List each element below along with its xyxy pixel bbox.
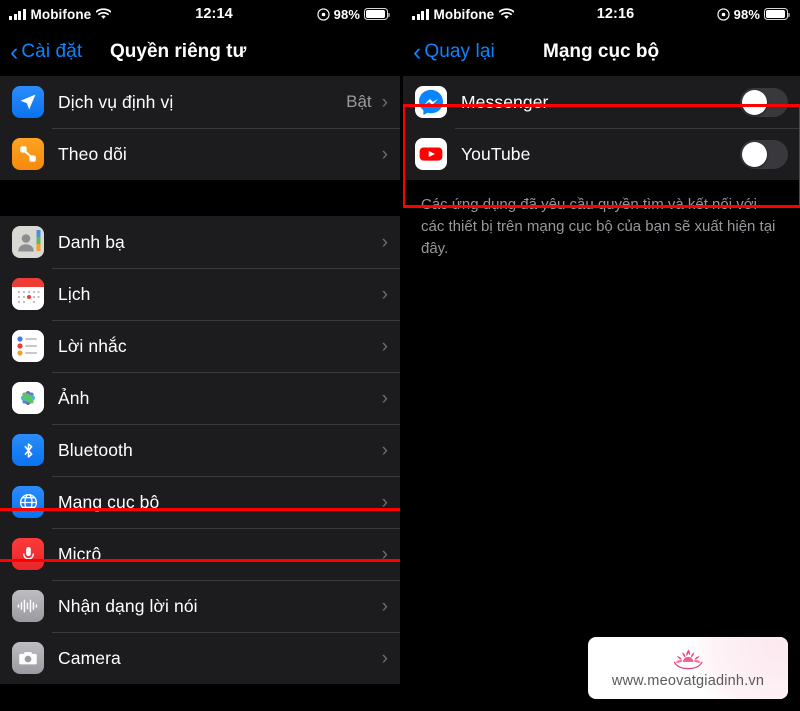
camera-icon (12, 642, 44, 674)
chevron-left-icon: ‹ (413, 37, 422, 66)
toggle-knob (742, 89, 767, 115)
page-title: Mạng cục bộ (543, 41, 660, 62)
location-arrow-icon (12, 86, 44, 118)
row-label: Lịch (58, 283, 91, 304)
page-title: Quyền riêng tư (110, 41, 247, 62)
settings-group-location: Dịch vụ định vị Bật › Theo dõi › (0, 76, 400, 180)
settings-group-apps: Danh bạ › Lịch › Lời nhắc › Ảnh › Blueto… (0, 216, 400, 684)
chevron-right-icon: › (381, 595, 388, 617)
back-button-previous[interactable]: ‹ Quay lại (413, 37, 495, 66)
sidebar-item-calendar[interactable]: Lịch › (0, 268, 400, 320)
battery-icon (364, 8, 391, 20)
messenger-toggle[interactable] (740, 87, 788, 117)
battery-icon (764, 8, 791, 20)
sidebar-item-contacts[interactable]: Danh bạ › (0, 216, 400, 268)
chevron-right-icon: › (381, 387, 388, 409)
navigation-bar-right: ‹ Quay lại Mạng cục bộ (403, 28, 800, 76)
wifi-icon (499, 8, 515, 19)
status-bar-left-group: Mobifone (412, 6, 515, 22)
row-label: Lời nhắc (58, 335, 127, 356)
globe-icon (12, 486, 44, 518)
lotus-flower-icon (673, 649, 703, 670)
chevron-right-icon: › (381, 543, 388, 565)
calendar-icon (12, 278, 44, 310)
reminders-icon (12, 330, 44, 362)
chevron-right-icon: › (381, 647, 388, 669)
sidebar-item-speech-recognition[interactable]: Nhận dạng lời nói › (0, 580, 400, 632)
chevron-left-icon: ‹ (10, 37, 19, 66)
navigation-bar-left: ‹ Cài đặt Quyền riêng tư (0, 28, 400, 76)
chevron-right-icon: › (381, 283, 388, 305)
speech-waveform-icon (12, 590, 44, 622)
watermark-url: www.meovatgiadinh.vn (611, 673, 765, 689)
sidebar-item-microphone[interactable]: Micrô › (0, 528, 400, 580)
chevron-right-icon: › (381, 335, 388, 357)
youtube-toggle[interactable] (740, 139, 788, 169)
list-item-youtube[interactable]: YouTube (403, 128, 800, 180)
microphone-icon (12, 538, 44, 570)
local-network-panel: Mobifone 12:16 98% ‹ Quay lại Mạng cục b… (400, 0, 800, 711)
sidebar-item-tracking[interactable]: Theo dõi › (0, 128, 400, 180)
row-label: Ảnh (58, 387, 90, 408)
rotation-lock-icon (717, 7, 730, 21)
status-bar-right-group: 98% (717, 6, 791, 22)
status-bar-left: Mobifone 12:14 98% (0, 0, 400, 28)
cellular-bars-icon (412, 8, 429, 20)
status-bar-right: Mobifone 12:16 98% (403, 0, 800, 28)
list-item-messenger[interactable]: Messenger (403, 76, 800, 128)
row-value: Bật (346, 92, 372, 111)
back-button-label: Cài đặt (21, 41, 83, 62)
sidebar-item-bluetooth[interactable]: Bluetooth › (0, 424, 400, 476)
row-label: Mạng cục bộ (58, 491, 160, 512)
battery-percent: 98% (333, 6, 360, 22)
sidebar-item-location-services[interactable]: Dịch vụ định vị Bật › (0, 76, 400, 128)
row-label: Danh bạ (58, 231, 125, 252)
local-network-description: Các ứng dụng đã yêu cầu quyền tìm và kết… (421, 196, 776, 257)
chevron-right-icon: › (381, 91, 388, 113)
chevron-right-icon: › (381, 143, 388, 165)
row-label: Micrô (58, 543, 102, 564)
back-button-label: Quay lại (424, 41, 495, 62)
contacts-icon (12, 226, 44, 258)
row-label: Theo dõi (58, 143, 127, 164)
chevron-right-icon: › (381, 231, 388, 253)
chevron-right-icon: › (381, 439, 388, 461)
toggle-knob (742, 141, 767, 167)
wifi-icon (96, 8, 112, 19)
bluetooth-icon (12, 434, 44, 466)
group-separator (0, 180, 400, 216)
carrier-name: Mobifone (433, 6, 495, 22)
sidebar-item-photos[interactable]: Ảnh › (0, 372, 400, 424)
sidebar-item-reminders[interactable]: Lời nhắc › (0, 320, 400, 372)
cellular-bars-icon (9, 8, 26, 20)
row-label: Bluetooth (58, 439, 133, 460)
chevron-right-icon: › (381, 491, 388, 513)
app-permissions-list: Messenger YouTube (403, 76, 800, 180)
carrier-name: Mobifone (30, 6, 92, 22)
sidebar-item-local-network[interactable]: Mạng cục bộ › (0, 476, 400, 528)
privacy-settings-panel: Mobifone 12:14 98% ‹ Cài đặt Quyền riêng… (0, 0, 400, 711)
watermark: www.meovatgiadinh.vn (588, 637, 788, 699)
dual-screenshot: Mobifone 12:14 98% ‹ Cài đặt Quyền riêng… (0, 0, 800, 711)
tracking-icon (12, 138, 44, 170)
photos-icon (12, 382, 44, 414)
row-label: Messenger (461, 91, 549, 112)
row-label: Nhận dạng lời nói (58, 595, 198, 616)
youtube-icon (415, 138, 447, 170)
row-label: Dịch vụ định vị (58, 91, 174, 112)
messenger-icon (415, 86, 447, 118)
row-label: Camera (58, 647, 121, 668)
row-label: YouTube (461, 143, 531, 164)
battery-percent: 98% (733, 6, 760, 22)
rotation-lock-icon (317, 7, 330, 21)
clock: 12:16 (596, 6, 635, 22)
clock: 12:14 (195, 6, 233, 22)
status-bar-right-group: 98% (317, 6, 391, 22)
status-bar-left-group: Mobifone (9, 6, 112, 22)
back-button-settings[interactable]: ‹ Cài đặt (10, 37, 83, 66)
sidebar-item-camera[interactable]: Camera › (0, 632, 400, 684)
